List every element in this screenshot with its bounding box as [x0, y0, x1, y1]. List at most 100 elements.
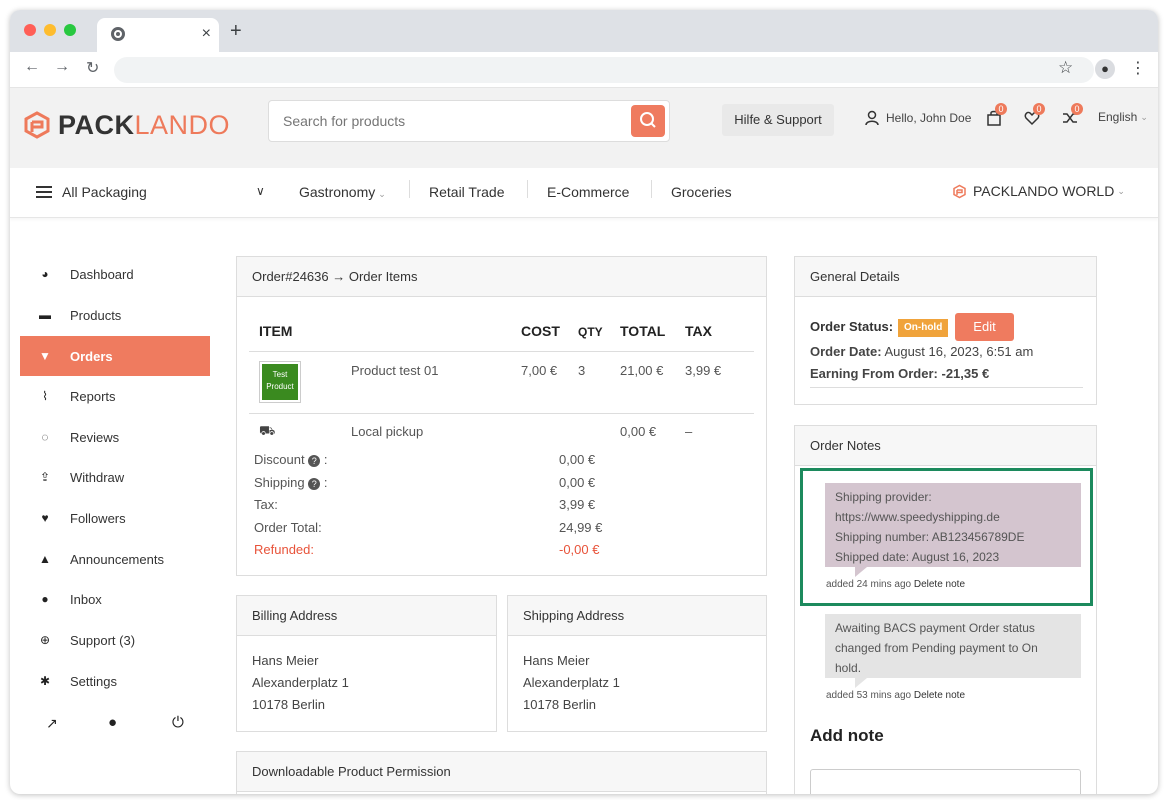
product-name[interactable]: Product test 01 — [351, 363, 438, 378]
earning-from-order: Earning From Order: -21,35 € — [810, 366, 990, 381]
compare-count-badge: 0 — [1071, 103, 1083, 115]
sidebar-item-reviews[interactable]: ◌ Reviews — [20, 417, 210, 457]
packlando-world-menu[interactable]: PACKLANDO WORLD ⌄ — [952, 183, 1125, 199]
search-icon — [640, 112, 656, 128]
sidebar-item-reports[interactable]: ⌇ Reports — [20, 376, 210, 416]
external-link-icon[interactable]: ↗ — [46, 715, 58, 732]
product-thumbnail[interactable]: Test Product — [259, 361, 301, 403]
sidebar-item-withdraw[interactable]: ⇪ Withdraw — [20, 457, 210, 497]
back-icon[interactable]: ← — [24, 58, 40, 76]
add-note-textarea[interactable] — [810, 769, 1081, 794]
shipping-name: Hans Meier — [523, 653, 590, 668]
discount-label: Discount ? : — [254, 452, 328, 467]
sidebar-item-products[interactable]: ▬ Products — [20, 295, 210, 335]
profile-icon[interactable]: ● — [1095, 59, 1115, 79]
forward-icon[interactable]: → — [54, 58, 70, 76]
all-packaging-label: All Packaging — [62, 184, 147, 200]
user-icon — [865, 110, 879, 126]
search-box — [268, 100, 670, 142]
browser-tab[interactable]: × — [97, 18, 219, 52]
address-bar: ← → ↻ ☆ ● ⋮ — [10, 52, 1158, 88]
order-items-header: Order#24636 → Order Items — [237, 257, 766, 297]
chat-icon: ● — [41, 592, 49, 606]
product-tax: 3,99 € — [685, 363, 722, 378]
sidebar-item-dashboard[interactable]: ◕ Dashboard — [20, 254, 210, 294]
downloadable-permission-panel: Downloadable Product Permission — [236, 751, 767, 794]
packlando-logo-icon — [24, 111, 50, 139]
reload-icon[interactable]: ↻ — [86, 58, 99, 78]
search-input[interactable] — [283, 110, 623, 132]
help-support-button[interactable]: Hilfe & Support — [722, 104, 834, 136]
account-link[interactable]: Hello, John Doe — [864, 110, 971, 126]
delete-note-link[interactable]: Delete note — [914, 690, 965, 701]
power-icon[interactable]: ⏻ — [172, 714, 184, 731]
minimize-window-button[interactable] — [44, 24, 56, 36]
sidebar-item-support[interactable]: ⊕ Support (3) — [20, 620, 210, 660]
delete-note-link[interactable]: Delete note — [914, 579, 965, 590]
menu-kebab-icon[interactable]: ⋮ — [1130, 58, 1146, 78]
category-e-commerce[interactable]: E-Commerce — [547, 184, 629, 200]
category-gastronomy[interactable]: Gastronomy ⌄ — [299, 184, 386, 200]
order-notes-title: Order Notes — [795, 426, 1096, 466]
url-field[interactable] — [114, 57, 1094, 83]
maximize-window-button[interactable] — [64, 24, 76, 36]
order-items-panel: Order#24636 → Order Items ITEM COST QTY … — [236, 256, 767, 576]
sidebar-item-followers[interactable]: ♥ Followers — [20, 498, 210, 538]
column-item: ITEM — [259, 323, 293, 339]
cart-button[interactable]: 0 — [986, 103, 1007, 128]
billing-address-panel: Billing Address Hans Meier Alexanderplat… — [236, 595, 497, 732]
shipping-address-title: Shipping Address — [508, 596, 766, 636]
upload-icon: ⇪ — [39, 470, 51, 484]
shipping-address: Hans Meier Alexanderplatz 1 10178 Berlin — [508, 636, 766, 730]
column-qty: QTY — [578, 325, 603, 339]
billing-street: Alexanderplatz 1 — [252, 675, 349, 690]
order-items-table: ITEM COST QTY TOTAL TAX Test Product Prod… — [249, 313, 754, 573]
chevron-down-icon[interactable]: ∨ — [256, 184, 265, 198]
site-logo[interactable]: PACK LANDO — [22, 108, 230, 142]
sidebar-item-settings[interactable]: ✱ Settings — [20, 661, 210, 701]
category-groceries[interactable]: Groceries — [671, 184, 732, 200]
wishlist-button[interactable]: 0 — [1024, 103, 1045, 128]
order-total-value: 24,99 € — [559, 520, 603, 535]
table-row: ⛟ Local pickup 0,00 € – — [249, 413, 754, 443]
greeting-text: Hello, John Doe — [886, 111, 972, 125]
refunded-value: -0,00 € — [559, 542, 600, 557]
note-meta: added 24 mins ago Delete note — [826, 579, 966, 590]
chrome-icon — [111, 27, 125, 41]
language-select[interactable]: English ⌄ — [1098, 110, 1148, 124]
table-row: Test Product Product test 01 7,00 € 3 21,… — [249, 351, 754, 413]
column-total: TOTAL — [620, 323, 666, 339]
cart-count-badge: 0 — [995, 103, 1007, 115]
bookmark-star-icon[interactable]: ☆ — [1058, 58, 1073, 78]
sidebar-item-inbox[interactable]: ● Inbox — [20, 579, 210, 619]
new-tab-button[interactable]: + — [230, 20, 242, 43]
sidebar-item-orders[interactable]: ▼ Orders — [20, 336, 222, 376]
search-button[interactable] — [631, 105, 665, 137]
all-packaging-menu[interactable]: All Packaging — [36, 184, 147, 200]
sidebar-item-announcements[interactable]: ▲ Announcements — [20, 539, 210, 579]
wishlist-count-badge: 0 — [1033, 103, 1045, 115]
help-icon: ? — [308, 455, 321, 467]
compare-button[interactable]: 0 — [1062, 103, 1083, 128]
discount-value: 0,00 € — [559, 452, 596, 467]
site-header: PACK LANDO Hilfe & Support Hello, John D… — [10, 88, 1158, 168]
profile-user-icon[interactable]: ● — [108, 714, 117, 731]
edit-status-button[interactable]: Edit — [955, 313, 1014, 341]
order-status-label: Order Status: — [810, 319, 894, 334]
add-note-title: Add note — [810, 726, 884, 745]
cart-icon: ▼ — [39, 349, 51, 363]
close-window-button[interactable] — [24, 24, 36, 36]
close-tab-icon[interactable]: × — [202, 25, 211, 43]
shipping-address-panel: Shipping Address Hans Meier Alexanderpla… — [507, 595, 767, 732]
packlando-logo-icon — [953, 184, 966, 198]
category-retail-trade[interactable]: Retail Trade — [429, 184, 504, 200]
product-qty: 3 — [578, 363, 586, 378]
status-badge: On-hold — [898, 319, 949, 337]
product-total: 21,00 € — [620, 363, 664, 378]
tax-value: 3,99 € — [559, 497, 596, 512]
shipping-city: 10178 Berlin — [523, 697, 596, 712]
gear-icon: ✱ — [39, 674, 51, 688]
billing-name: Hans Meier — [252, 653, 319, 668]
tab-bar: × + — [10, 10, 1158, 52]
refunded-label: Refunded: — [254, 542, 314, 557]
